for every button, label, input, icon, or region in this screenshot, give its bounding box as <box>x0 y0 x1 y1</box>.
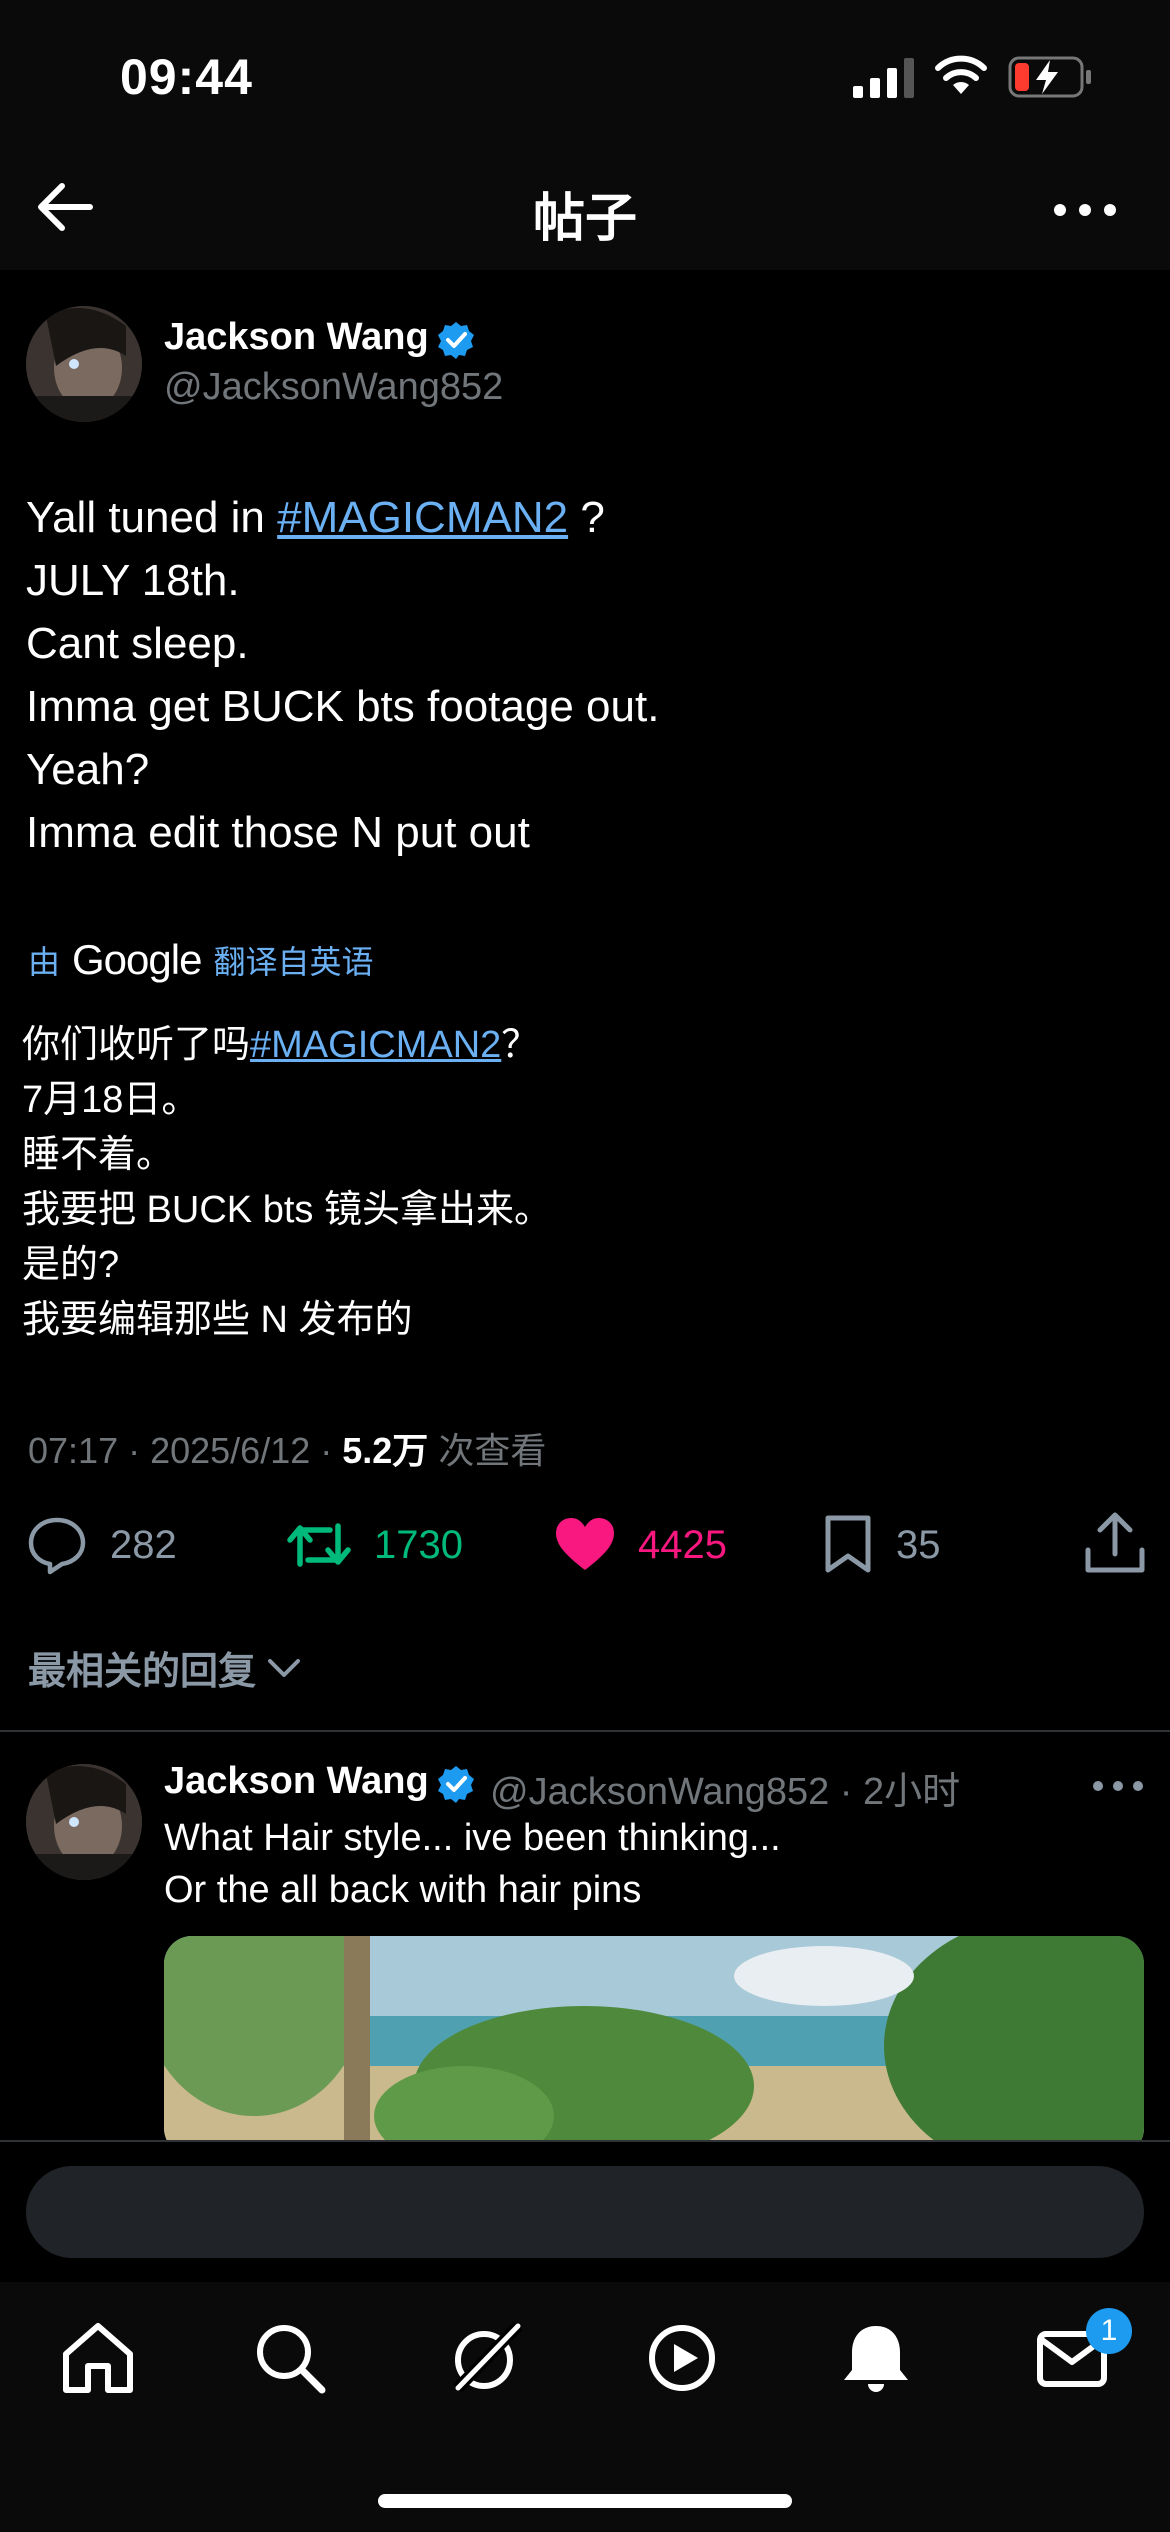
author-avatar[interactable] <box>26 306 142 422</box>
reply-time: 2小时 <box>863 1771 961 1813</box>
bookmark-button[interactable]: 35 <box>822 1510 941 1580</box>
reply-author-avatar[interactable] <box>26 1764 142 1880</box>
replies-sort-label: 最相关的回复 <box>28 1651 257 1693</box>
reply-author-handle-time[interactable]: @JacksonWang852 · 2小时 <box>490 1760 960 1815</box>
battery-charging-icon <box>1008 56 1091 98</box>
replies-sort-dropdown[interactable]: 最相关的回复 <box>28 1640 304 1695</box>
retweet-button[interactable]: 1730 <box>286 1510 463 1580</box>
translated-line-6: 我要编辑那些 N 发布的 <box>22 1299 413 1341</box>
reply-line-1: What Hair style... ive been thinking... <box>164 1817 781 1859</box>
bookmark-icon <box>825 1515 871 1573</box>
translated-line-4: 我要把 BUCK bts 镜头拿出来。 <box>22 1189 552 1231</box>
home-icon[interactable] <box>58 2318 138 2398</box>
tweet-line-6: Imma edit those N put out <box>26 808 530 857</box>
view-count-label: 次查看 <box>438 1430 547 1471</box>
tweet-date[interactable]: 2025/6/12 <box>150 1430 310 1471</box>
google-logo: Google <box>72 936 202 983</box>
translated-text: 你们收听了吗#MAGICMAN2？ 7月18日。 睡不着。 我要把 BUCK b… <box>22 1018 552 1348</box>
translation-attribution[interactable]: 由 Google 翻译自英语 <box>28 935 373 985</box>
tweet-line-4: Imma get BUCK bts footage out. <box>26 682 660 731</box>
reply-media-image[interactable] <box>164 1936 1144 2156</box>
translated-line-2: 7月18日。 <box>22 1079 200 1121</box>
more-options-icon[interactable] <box>1050 180 1120 240</box>
author-handle[interactable]: @JacksonWang852 <box>164 366 503 409</box>
retweet-icon <box>287 1523 351 1567</box>
tweet-line-2: JULY 18th. <box>26 556 240 605</box>
page-title: 帖子 <box>532 190 637 248</box>
author-name[interactable]: Jackson Wang <box>164 316 429 359</box>
reply-compose-input[interactable] <box>26 2166 1144 2258</box>
share-icon[interactable] <box>1082 1510 1148 1576</box>
video-icon[interactable] <box>642 2318 722 2398</box>
reply-author-name[interactable]: Jackson Wang <box>164 1760 429 1803</box>
bookmark-count: 35 <box>896 1522 941 1567</box>
grok-icon[interactable] <box>446 2318 526 2398</box>
tweet-time[interactable]: 07:17 <box>28 1430 118 1471</box>
reply-author-handle: @JacksonWang852 <box>490 1771 830 1813</box>
notifications-icon[interactable] <box>836 2318 916 2398</box>
translated-line-1-suffix: ？ <box>501 1024 540 1066</box>
tweet-meta: 07:17 · 2025/6/12 · 5.2万 次查看 <box>28 1430 547 1471</box>
home-indicator[interactable] <box>378 2494 792 2508</box>
tweet-line-1: Yall tuned in #MAGICMAN2 ? <box>26 486 659 549</box>
translation-source-label: 翻译自英语 <box>213 944 374 980</box>
reply-count: 282 <box>110 1522 177 1567</box>
translated-hashtag-link[interactable]: #MAGICMAN2 <box>250 1024 501 1066</box>
verified-badge-icon <box>438 1766 474 1803</box>
translated-line-5: 是的? <box>22 1244 120 1286</box>
translated-line-1: 你们收听了吗#MAGICMAN2？ <box>22 1018 552 1073</box>
heart-filled-icon <box>556 1518 614 1570</box>
reply-button[interactable]: 282 <box>26 1510 177 1580</box>
reply-line-2: Or the all back with hair pins <box>164 1869 642 1911</box>
retweet-count: 1730 <box>374 1522 463 1567</box>
tweet-line-3: Cant sleep. <box>26 619 249 668</box>
tweet-line-1-text: Yall tuned in <box>26 493 278 542</box>
tweet-line-5: Yeah? <box>26 745 150 794</box>
hashtag-link[interactable]: #MAGICMAN2 <box>277 493 568 542</box>
cellular-signal-icon <box>853 58 914 98</box>
messages-badge: 1 <box>1086 2308 1132 2354</box>
verified-badge-icon <box>438 322 474 359</box>
search-icon[interactable] <box>250 2318 330 2398</box>
view-count: 5.2万 <box>342 1430 429 1471</box>
divider <box>0 1730 1170 1732</box>
translated-line-3: 睡不着。 <box>22 1134 175 1176</box>
like-count: 4425 <box>638 1522 727 1567</box>
reply-more-options-icon[interactable] <box>1090 1766 1146 1806</box>
translation-by-label: 由 <box>28 944 61 980</box>
reply-icon <box>28 1517 86 1575</box>
tweet-line-1-suffix: ? <box>568 493 605 542</box>
like-button[interactable]: 4425 <box>554 1510 727 1580</box>
reply-text: What Hair style... ive been thinking... … <box>164 1812 781 1916</box>
status-time: 09:44 <box>120 49 253 105</box>
translated-line-1-text: 你们收听了吗 <box>22 1024 251 1066</box>
wifi-icon <box>935 55 987 94</box>
tweet-text: Yall tuned in #MAGICMAN2 ? JULY 18th. Ca… <box>26 486 659 864</box>
chevron-down-icon <box>268 1658 301 1677</box>
